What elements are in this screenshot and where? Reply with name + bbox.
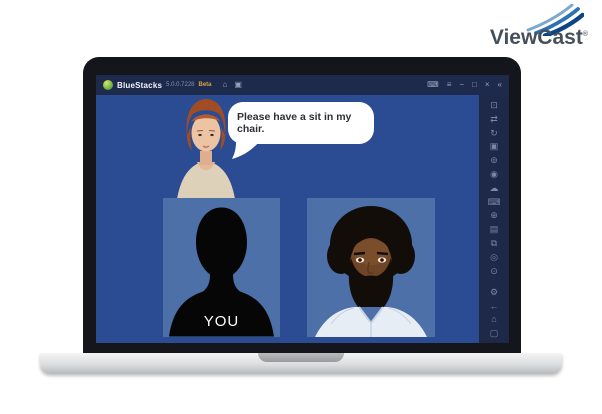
android-home-icon[interactable]: ⌂ <box>491 314 496 325</box>
viewcast-logo: ViewCast® <box>490 4 588 48</box>
multi-instance-icon[interactable]: ⧉ <box>491 238 497 249</box>
home-icon[interactable]: ⌂ <box>223 81 228 89</box>
keyboard-icon[interactable]: ⌨ <box>427 81 439 89</box>
bluestacks-logo-icon <box>103 80 113 90</box>
you-panel[interactable]: YOU <box>163 198 280 337</box>
tabs-icon[interactable]: ▣ <box>234 81 242 89</box>
back-icon[interactable]: ← <box>490 301 499 312</box>
fullscreen-icon[interactable]: ⊡ <box>490 100 498 111</box>
app-title: BlueStacks <box>117 80 163 90</box>
viewcast-brand-text: ViewCast® <box>489 26 588 49</box>
beta-badge: Beta <box>198 82 212 88</box>
maximize-icon[interactable]: □ <box>472 81 477 89</box>
camera-icon[interactable]: ⊚ <box>490 155 498 166</box>
minimize-icon[interactable]: − <box>459 81 464 89</box>
rotate-icon[interactable]: ↻ <box>490 128 498 139</box>
macro-recorder-icon[interactable]: ◎ <box>490 252 498 263</box>
man-avatar-panel[interactable] <box>307 198 435 337</box>
registered-mark: ® <box>582 31 588 38</box>
screenshot-icon[interactable]: ▣ <box>490 141 499 152</box>
shake-icon[interactable]: ⇄ <box>490 114 498 125</box>
recent-apps-icon[interactable]: ▢ <box>490 328 499 339</box>
collapse-sidebar-icon[interactable]: « <box>498 81 502 89</box>
cloud-sync-icon[interactable]: ☁ <box>490 183 499 194</box>
bluestacks-window: BlueStacks 5.0.0.7228 Beta ⌂ ▣ ⌨ ≡ − □ ×… <box>96 75 509 343</box>
titlebar: BlueStacks 5.0.0.7228 Beta ⌂ ▣ ⌨ ≡ − □ ×… <box>96 75 509 95</box>
app-version: 5.0.0.7228 <box>166 82 195 88</box>
menu-icon[interactable]: ≡ <box>447 81 452 89</box>
woman-avatar <box>177 99 235 199</box>
speech-bubble: Please have a sit in my chair. <box>228 102 374 160</box>
laptop-base <box>40 353 562 374</box>
aim-target-icon[interactable]: ⊕ <box>490 210 498 221</box>
close-icon[interactable]: × <box>485 81 490 89</box>
speech-bubble-text: Please have a sit in my chair. <box>237 111 352 136</box>
install-apk-icon[interactable]: ⊙ <box>490 266 498 277</box>
game-content-area: Please have a sit in my chair. YOU <box>96 95 479 343</box>
speech-bubble-tail <box>232 142 259 160</box>
laptop-screen: BlueStacks 5.0.0.7228 Beta ⌂ ▣ ⌨ ≡ − □ ×… <box>83 57 521 355</box>
screen-recorder-icon[interactable]: ◉ <box>490 169 498 180</box>
page: ViewCast® BlueStacks 5.0.0.7228 Beta ⌂ ▣… <box>0 0 602 414</box>
man-avatar <box>315 206 427 337</box>
laptop-base-notch <box>258 353 344 362</box>
game-controls-icon[interactable]: ⌨ <box>488 197 501 208</box>
toolbar-sidebar: ⊡ ⇄ ↻ ▣ ⊚ ◉ ☁ ⌨ ⊕ ▤ ⧉ ◎ ⊙ ⚙ ← ⌂ ▢ <box>479 95 509 343</box>
settings-icon[interactable]: ⚙ <box>490 287 498 298</box>
media-manager-icon[interactable]: ▤ <box>490 224 499 235</box>
you-label: YOU <box>203 313 240 330</box>
